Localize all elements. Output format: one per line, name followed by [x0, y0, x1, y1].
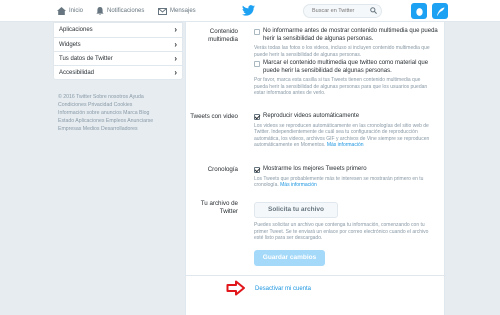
video-label: Tweets con video	[190, 113, 238, 120]
archive-label-line: Tu archivo de	[200, 200, 238, 207]
top-nav-bar: Inicio Notificaciones Mensajes	[0, 0, 500, 22]
nav-messages[interactable]: Mensajes	[158, 4, 196, 18]
mark-media-sensitive-option[interactable]: Marcar el contenido multimedia que twitt…	[254, 60, 440, 75]
search-icon[interactable]	[370, 7, 377, 14]
option-text: No informarme antes de mostrar contenido…	[263, 28, 438, 34]
sidebar-item-apps[interactable]: Aplicaciones ›	[54, 23, 182, 37]
chevron-right-icon: ›	[174, 53, 177, 63]
sidebar-item-label: Widgets	[59, 41, 81, 48]
archive-label: Tu archivo de Twitter	[178, 200, 238, 216]
avatar[interactable]	[411, 3, 427, 19]
help-text: Verás todas las fotos o los videos, incl…	[254, 45, 430, 52]
media-label-line: multimedia	[208, 36, 238, 43]
help-text: cronología.	[254, 182, 279, 189]
media-label-line: Contenido	[209, 28, 238, 35]
deactivate-account-link[interactable]: Desactivar mi cuenta	[255, 286, 311, 292]
request-archive-button[interactable]: Solicita tu archivo	[254, 202, 338, 218]
option-text: Reproducir videos automáticamente	[263, 113, 360, 119]
footer-line[interactable]: Empresas Medios Desarrolladores	[58, 125, 173, 133]
nav-home[interactable]: Inicio	[57, 4, 83, 18]
help-text: estar informados antes de verlo.	[254, 90, 326, 97]
best-tweets-first-option[interactable]: Mostrarme los mejores Tweets primero	[254, 166, 440, 174]
help-text: puede herir la sensibilidad de algunas p…	[254, 51, 362, 58]
sensitive-media-checkbox[interactable]	[254, 29, 260, 35]
compose-tweet-button[interactable]	[432, 3, 448, 19]
footer-line[interactable]: Condiciones Privacidad Cookies	[58, 101, 173, 109]
mark-media-help: Por favor, marca esta casilla si tus Twe…	[254, 77, 440, 97]
footer-links: © 2016 Twitter Sobre nosotros Ayuda Cond…	[58, 93, 173, 133]
sidebar-item-label: Tus datos de Twitter	[59, 55, 113, 62]
option-text: Mostrarme los mejores Tweets primero	[263, 166, 367, 172]
help-text: Puedes solicitar un archivo que contenga…	[254, 222, 425, 228]
sidebar-item-accessibility[interactable]: Accesibilidad ›	[54, 65, 182, 79]
help-text: Twitter. Independientemente de cuál sea …	[254, 129, 418, 136]
red-arrow-icon	[226, 280, 245, 296]
nav-messages-label: Mensajes	[170, 8, 196, 14]
sensitive-media-help: Verás todas las fotos o los videos, incl…	[254, 45, 440, 58]
default-avatar-egg-icon	[415, 7, 423, 16]
sidebar-item-label: Aplicaciones	[59, 27, 93, 33]
bell-icon	[96, 7, 104, 15]
home-icon	[57, 7, 66, 15]
option-text: Marcar el contenido multimedia que twitt…	[263, 60, 429, 67]
save-changes-button[interactable]: Guardar cambios	[254, 250, 325, 266]
autoplay-video-checkbox[interactable]	[254, 114, 260, 120]
option-text: herir la sensibilidad de algunas persona…	[263, 35, 374, 42]
settings-main-panel: Contenido multimedia No informarme antes…	[185, 22, 446, 315]
footer-line[interactable]: Estado Aplicaciones Empleos Anunciarse	[58, 117, 173, 125]
sidebar-item-your-data[interactable]: Tus datos de Twitter ›	[54, 51, 182, 65]
sidebar-item-label: Accesibilidad	[59, 69, 95, 76]
nav-notifications-label: Notificaciones	[107, 8, 145, 14]
timeline-help: Los Tweets que probablemente más te inte…	[254, 176, 440, 189]
divider	[186, 275, 446, 276]
chevron-right-icon: ›	[174, 39, 177, 49]
sidebar-item-widgets[interactable]: Widgets ›	[54, 37, 182, 51]
help-text: automáticamente en Momentos.	[254, 142, 326, 149]
nav-notifications[interactable]: Notificaciones	[96, 4, 144, 18]
more-info-link[interactable]: Más información	[327, 142, 364, 148]
settings-side-menu: Aplicaciones › Widgets › Tus datos de Tw…	[53, 22, 183, 80]
quill-icon	[436, 7, 444, 16]
timeline-label: Cronología	[207, 166, 238, 173]
option-text: puede herir la sensibilidad de algunas p…	[263, 67, 392, 74]
twitter-bird-logo[interactable]	[242, 5, 255, 16]
archive-help: Puedes solicitar un archivo que contenga…	[254, 222, 440, 242]
help-text: Por favor, marca esta casilla si tus Twe…	[254, 77, 421, 84]
autoplay-help: Los videos se reproducen automáticamente…	[254, 123, 440, 149]
chevron-right-icon: ›	[174, 67, 177, 77]
media-label: Contenido multimedia	[178, 28, 238, 44]
best-tweets-first-checkbox[interactable]	[254, 167, 260, 173]
footer-line[interactable]: © 2016 Twitter Sobre nosotros Ayuda	[58, 93, 173, 101]
more-info-link[interactable]: Más información	[280, 182, 317, 188]
autoplay-video-option[interactable]: Reproducir videos automáticamente	[254, 113, 440, 121]
chevron-right-icon: ›	[174, 25, 177, 34]
mark-media-sensitive-checkbox[interactable]	[254, 61, 260, 68]
sensitive-media-option[interactable]: No informarme antes de mostrar contenido…	[254, 28, 440, 43]
footer-line[interactable]: Información sobre anuncios Marca Blog	[58, 109, 173, 117]
envelope-icon	[158, 7, 167, 15]
nav-home-label: Inicio	[69, 8, 84, 14]
archive-label-line: Twitter	[219, 208, 238, 215]
help-text: esté listo para ser descargado.	[254, 235, 323, 241]
